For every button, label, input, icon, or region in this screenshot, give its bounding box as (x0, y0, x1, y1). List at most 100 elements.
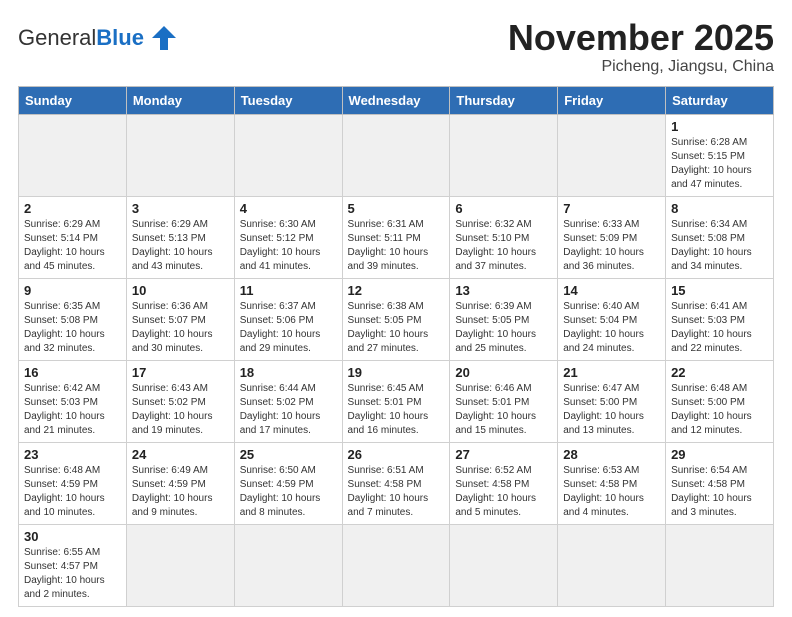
calendar-cell: 2Sunrise: 6:29 AMSunset: 5:14 PMDaylight… (19, 196, 127, 278)
logo-icon (148, 22, 180, 54)
day-info: Sunrise: 6:41 AMSunset: 5:03 PMDaylight:… (671, 300, 768, 356)
page: GeneralBlue November 2025 Picheng, Jiang… (0, 0, 792, 617)
calendar-cell: 13 Sunrise: 6:39 AMSunset: 5:05 PMDayligh… (450, 278, 558, 360)
calendar-cell: 19Sunrise: 6:45 AMSunset: 5:01 PMDayligh… (342, 360, 450, 442)
logo-blue: Blue (96, 25, 144, 50)
day-number: 27 (455, 447, 552, 462)
day-info: Sunrise: 6:34 AMSunset: 5:08 PMDaylight:… (671, 218, 768, 274)
calendar-cell: 23 Sunrise: 6:48 AMSunset: 4:59 PMDayligh… (19, 442, 127, 524)
day-info: Sunrise: 6:54 AMSunset: 4:58 PMDaylight:… (671, 464, 768, 520)
day-info: Sunrise: 6:48 AMSunset: 5:00 PMDaylight:… (671, 382, 768, 438)
day-info: Sunrise: 6:55 AMSunset: 4:57 PMDaylight:… (24, 546, 121, 602)
day-number: 14 (563, 283, 660, 298)
calendar-cell: 11Sunrise: 6:37 AMSunset: 5:06 PMDayligh… (234, 278, 342, 360)
day-number: 1 (671, 119, 768, 134)
day-number: 23 (24, 447, 121, 462)
day-info: Sunrise: 6:38 AMSunset: 5:05 PMDaylight:… (348, 300, 445, 356)
col-header-wednesday: Wednesday (342, 86, 450, 114)
day-info: Sunrise: 6:44 AMSunset: 5:02 PMDaylight:… (240, 382, 337, 438)
logo-text: GeneralBlue (18, 25, 144, 51)
day-number: 20 (455, 365, 552, 380)
day-number: 25 (240, 447, 337, 462)
calendar-cell (450, 114, 558, 196)
calendar-cell: 7 Sunrise: 6:33 AMSunset: 5:09 PMDaylight… (558, 196, 666, 278)
calendar-week-row: 1 Sunrise: 6:28 AMSunset: 5:15 PMDaylight… (19, 114, 774, 196)
calendar-cell (558, 524, 666, 606)
day-number: 13 (455, 283, 552, 298)
col-header-thursday: Thursday (450, 86, 558, 114)
day-info: Sunrise: 6:53 AMSunset: 4:58 PMDaylight:… (563, 464, 660, 520)
day-info: Sunrise: 6:42 AMSunset: 5:03 PMDaylight:… (24, 382, 121, 438)
calendar-cell: 9 Sunrise: 6:35 AMSunset: 5:08 PMDaylight… (19, 278, 127, 360)
day-info: Sunrise: 6:35 AMSunset: 5:08 PMDaylight:… (24, 300, 121, 356)
calendar-cell: 17 Sunrise: 6:43 AMSunset: 5:02 PMDayligh… (126, 360, 234, 442)
calendar-week-row: 2Sunrise: 6:29 AMSunset: 5:14 PMDaylight… (19, 196, 774, 278)
calendar-cell (342, 524, 450, 606)
day-info: Sunrise: 6:52 AMSunset: 4:58 PMDaylight:… (455, 464, 552, 520)
calendar-header-row: SundayMondayTuesdayWednesdayThursdayFrid… (19, 86, 774, 114)
calendar: SundayMondayTuesdayWednesdayThursdayFrid… (18, 86, 774, 607)
day-info: Sunrise: 6:49 AMSunset: 4:59 PMDaylight:… (132, 464, 229, 520)
day-number: 29 (671, 447, 768, 462)
calendar-cell: 15 Sunrise: 6:41 AMSunset: 5:03 PMDayligh… (666, 278, 774, 360)
day-info: Sunrise: 6:29 AMSunset: 5:13 PMDaylight:… (132, 218, 229, 274)
calendar-cell (666, 524, 774, 606)
day-info: Sunrise: 6:36 AMSunset: 5:07 PMDaylight:… (132, 300, 229, 356)
calendar-cell (19, 114, 127, 196)
col-header-monday: Monday (126, 86, 234, 114)
calendar-cell: 30 Sunrise: 6:55 AMSunset: 4:57 PMDayligh… (19, 524, 127, 606)
calendar-cell: 16Sunrise: 6:42 AMSunset: 5:03 PMDayligh… (19, 360, 127, 442)
calendar-cell (234, 524, 342, 606)
calendar-cell (450, 524, 558, 606)
title-block: November 2025 Picheng, Jiangsu, China (508, 18, 774, 76)
calendar-cell: 26Sunrise: 6:51 AMSunset: 4:58 PMDayligh… (342, 442, 450, 524)
day-number: 10 (132, 283, 229, 298)
calendar-cell: 12Sunrise: 6:38 AMSunset: 5:05 PMDayligh… (342, 278, 450, 360)
calendar-cell (342, 114, 450, 196)
day-number: 9 (24, 283, 121, 298)
calendar-cell (234, 114, 342, 196)
calendar-cell: 22Sunrise: 6:48 AMSunset: 5:00 PMDayligh… (666, 360, 774, 442)
calendar-cell (558, 114, 666, 196)
day-info: Sunrise: 6:39 AMSunset: 5:05 PMDaylight:… (455, 300, 552, 356)
day-info: Sunrise: 6:51 AMSunset: 4:58 PMDaylight:… (348, 464, 445, 520)
day-number: 30 (24, 529, 121, 544)
day-number: 3 (132, 201, 229, 216)
day-info: Sunrise: 6:28 AMSunset: 5:15 PMDaylight:… (671, 136, 768, 192)
calendar-cell: 6Sunrise: 6:32 AMSunset: 5:10 PMDaylight… (450, 196, 558, 278)
calendar-cell: 18Sunrise: 6:44 AMSunset: 5:02 PMDayligh… (234, 360, 342, 442)
logo-general: General (18, 25, 96, 50)
day-info: Sunrise: 6:31 AMSunset: 5:11 PMDaylight:… (348, 218, 445, 274)
day-number: 4 (240, 201, 337, 216)
calendar-cell: 28Sunrise: 6:53 AMSunset: 4:58 PMDayligh… (558, 442, 666, 524)
day-info: Sunrise: 6:47 AMSunset: 5:00 PMDaylight:… (563, 382, 660, 438)
calendar-cell: 3 Sunrise: 6:29 AMSunset: 5:13 PMDaylight… (126, 196, 234, 278)
day-info: Sunrise: 6:40 AMSunset: 5:04 PMDaylight:… (563, 300, 660, 356)
day-info: Sunrise: 6:43 AMSunset: 5:02 PMDaylight:… (132, 382, 229, 438)
day-info: Sunrise: 6:48 AMSunset: 4:59 PMDaylight:… (24, 464, 121, 520)
calendar-cell: 1 Sunrise: 6:28 AMSunset: 5:15 PMDaylight… (666, 114, 774, 196)
calendar-week-row: 9 Sunrise: 6:35 AMSunset: 5:08 PMDaylight… (19, 278, 774, 360)
day-number: 5 (348, 201, 445, 216)
day-number: 17 (132, 365, 229, 380)
day-info: Sunrise: 6:50 AMSunset: 4:59 PMDaylight:… (240, 464, 337, 520)
day-info: Sunrise: 6:30 AMSunset: 5:12 PMDaylight:… (240, 218, 337, 274)
header: GeneralBlue November 2025 Picheng, Jiang… (18, 18, 774, 76)
day-number: 7 (563, 201, 660, 216)
calendar-week-row: 16Sunrise: 6:42 AMSunset: 5:03 PMDayligh… (19, 360, 774, 442)
calendar-cell: 8Sunrise: 6:34 AMSunset: 5:08 PMDaylight… (666, 196, 774, 278)
calendar-week-row: 23 Sunrise: 6:48 AMSunset: 4:59 PMDayligh… (19, 442, 774, 524)
calendar-cell: 5 Sunrise: 6:31 AMSunset: 5:11 PMDaylight… (342, 196, 450, 278)
calendar-cell: 20Sunrise: 6:46 AMSunset: 5:01 PMDayligh… (450, 360, 558, 442)
calendar-cell: 24Sunrise: 6:49 AMSunset: 4:59 PMDayligh… (126, 442, 234, 524)
day-info: Sunrise: 6:33 AMSunset: 5:09 PMDaylight:… (563, 218, 660, 274)
calendar-week-row: 30 Sunrise: 6:55 AMSunset: 4:57 PMDayligh… (19, 524, 774, 606)
day-info: Sunrise: 6:29 AMSunset: 5:14 PMDaylight:… (24, 218, 121, 274)
calendar-cell: 29 Sunrise: 6:54 AMSunset: 4:58 PMDayligh… (666, 442, 774, 524)
col-header-sunday: Sunday (19, 86, 127, 114)
day-number: 19 (348, 365, 445, 380)
calendar-cell: 21Sunrise: 6:47 AMSunset: 5:00 PMDayligh… (558, 360, 666, 442)
day-info: Sunrise: 6:32 AMSunset: 5:10 PMDaylight:… (455, 218, 552, 274)
day-number: 15 (671, 283, 768, 298)
calendar-cell: 14 Sunrise: 6:40 AMSunset: 5:04 PMDayligh… (558, 278, 666, 360)
